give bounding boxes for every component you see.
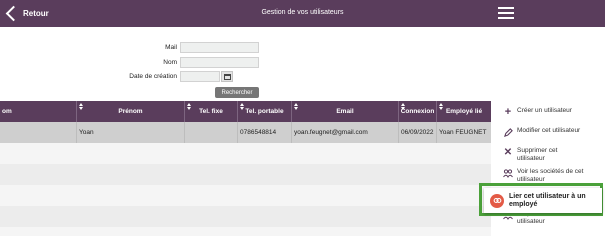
page-title: Gestion de vos utilisateurs xyxy=(261,9,344,16)
column-header-email[interactable]: Email xyxy=(292,101,399,122)
table-row-empty xyxy=(0,164,491,185)
column-header-label: Employé lié xyxy=(445,108,483,115)
date-input[interactable] xyxy=(180,71,220,82)
view-companies-label: Voir les sociétés de cet utilisateur xyxy=(517,168,584,183)
sort-icon xyxy=(240,103,245,110)
column-header-label: Tel. portable xyxy=(245,108,284,115)
pencil-icon xyxy=(503,127,513,137)
column-header-label: Email xyxy=(336,108,354,115)
cell-tel-fixe xyxy=(185,122,238,143)
view-companies-action[interactable]: Voir les sociétés de cet utilisateur xyxy=(503,168,603,184)
nom-input[interactable] xyxy=(180,57,259,68)
sort-icon xyxy=(187,103,192,110)
mail-label: Mail xyxy=(165,44,177,51)
plus-icon: + xyxy=(504,106,512,118)
create-user-label: Créer un utilisateur xyxy=(517,107,572,114)
modify-user-action[interactable]: Modifier cet utilisateur xyxy=(503,127,603,137)
cell-tel-portable: 0786548814 xyxy=(238,122,292,143)
cell-prenom: Yoan xyxy=(77,122,185,143)
sort-icon xyxy=(401,103,406,110)
modify-user-label: Modifier cet utilisateur xyxy=(517,127,581,134)
create-user-action[interactable]: + Créer un utilisateur xyxy=(503,106,603,118)
search-button[interactable]: Rechercher xyxy=(215,87,259,98)
app-window: Retour Gestion de vos utilisateurs Mail … xyxy=(0,0,605,236)
link-employee-label: Lier cet utilisateur à un employé xyxy=(509,192,586,208)
mail-input[interactable] xyxy=(180,42,259,53)
column-header-tel-fixe[interactable]: Tel. fixe xyxy=(185,101,238,122)
table-row-empty xyxy=(0,185,491,206)
column-header-tel-portable[interactable]: Tel. portable xyxy=(238,101,292,122)
table-header: om Prénom Tel. fixe Tel. portable Email … xyxy=(0,101,491,122)
cell-nom xyxy=(0,122,77,143)
column-header-label: om xyxy=(2,108,12,115)
delete-user-label: Supprimer cet utilisateur xyxy=(517,147,558,162)
date-label: Date de création xyxy=(129,73,177,80)
link-employee-button[interactable]: Lier cet utilisateur à un employé xyxy=(484,188,602,213)
column-header-employe-lie[interactable]: Employé lié xyxy=(437,101,491,122)
hamburger-icon[interactable] xyxy=(498,7,514,20)
calendar-button[interactable] xyxy=(221,71,233,82)
column-header-connexion[interactable]: Connexion xyxy=(399,101,437,122)
delete-user-action[interactable]: ✕ Supprimer cet utilisateur xyxy=(503,147,603,163)
column-header-label: Prénom xyxy=(118,108,143,115)
sort-icon xyxy=(439,103,444,110)
table-row-empty xyxy=(0,227,491,236)
column-header-prenom[interactable]: Prénom xyxy=(77,101,185,122)
table-row-empty xyxy=(0,143,491,164)
link-icon xyxy=(490,193,504,208)
cell-email: yoan.feugnet@gmail.com xyxy=(292,122,399,143)
sort-icon xyxy=(79,103,84,110)
users-icon xyxy=(503,168,513,178)
cell-connexion: 06/09/2022 xyxy=(399,122,437,143)
x-icon: ✕ xyxy=(503,146,513,158)
nom-label: Nom xyxy=(163,59,177,66)
cell-employe-lie: Yoan FEUGNET xyxy=(439,129,487,136)
sort-icon xyxy=(294,103,299,110)
calendar-icon xyxy=(223,73,231,80)
table-row[interactable]: Yoan 0786548814 yoan.feugnet@gmail.com 0… xyxy=(0,122,491,143)
table-row-empty xyxy=(0,206,491,227)
column-header-label: Tel. fixe xyxy=(199,108,223,115)
column-header-nom[interactable]: om xyxy=(0,101,77,122)
top-bar: Retour Gestion de vos utilisateurs xyxy=(0,0,605,27)
